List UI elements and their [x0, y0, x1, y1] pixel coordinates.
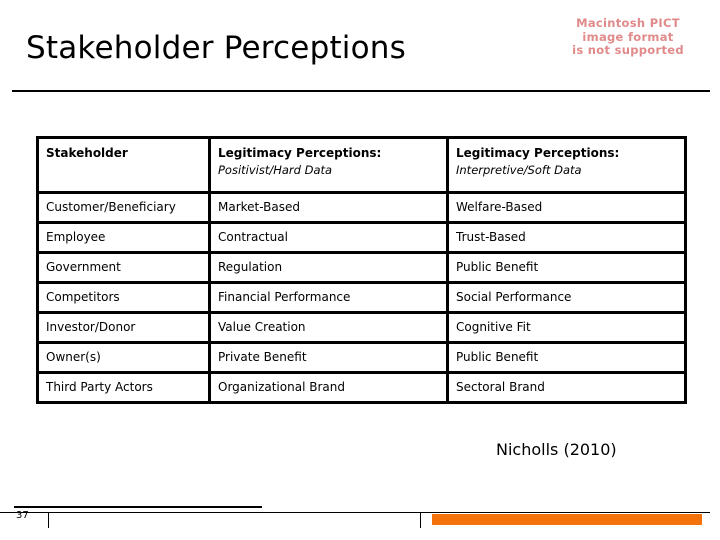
footer-tick-mark-right — [420, 512, 421, 528]
column-header-positivist: Legitimacy Perceptions: Positivist/Hard … — [208, 136, 449, 194]
cell-positivist: Contractual — [208, 221, 449, 254]
cell-stakeholder: Competitors — [36, 281, 211, 314]
cell-interpretive: Sectoral Brand — [446, 371, 687, 404]
column-header-stakeholder: Stakeholder — [36, 136, 211, 194]
cell-stakeholder: Third Party Actors — [36, 371, 211, 404]
cell-positivist: Regulation — [208, 251, 449, 284]
footer-divider-left — [14, 506, 262, 508]
table-row: Competitors Financial Performance Social… — [36, 281, 687, 314]
source-citation: Nicholls (2010) — [496, 440, 617, 459]
table-row: Employee Contractual Trust-Based — [36, 221, 687, 254]
cell-stakeholder: Government — [36, 251, 211, 284]
column-header-interpretive-label: Legitimacy Perceptions: — [456, 146, 620, 160]
cell-interpretive: Welfare-Based — [446, 191, 687, 224]
table-header-row: Stakeholder Legitimacy Perceptions: Posi… — [36, 136, 687, 194]
slide-number: 37 — [16, 510, 29, 521]
stakeholder-perceptions-table: Stakeholder Legitimacy Perceptions: Posi… — [36, 136, 687, 404]
table-row: Customer/Beneficiary Market-Based Welfar… — [36, 191, 687, 224]
table-row: Third Party Actors Organizational Brand … — [36, 371, 687, 404]
cell-stakeholder: Investor/Donor — [36, 311, 211, 344]
table-row: Investor/Donor Value Creation Cognitive … — [36, 311, 687, 344]
cell-positivist: Private Benefit — [208, 341, 449, 374]
pict-image-placeholder: Macintosh PICT image format is not suppo… — [546, 16, 710, 58]
cell-positivist: Financial Performance — [208, 281, 449, 314]
cell-interpretive: Trust-Based — [446, 221, 687, 254]
pict-placeholder-line-1: Macintosh PICT — [576, 16, 680, 30]
cell-positivist: Organizational Brand — [208, 371, 449, 404]
table-row: Owner(s) Private Benefit Public Benefit — [36, 341, 687, 374]
column-header-stakeholder-label: Stakeholder — [46, 146, 128, 160]
column-header-interpretive: Legitimacy Perceptions: Interpretive/Sof… — [446, 136, 687, 194]
column-header-positivist-sublabel: Positivist/Hard Data — [218, 163, 333, 177]
cell-interpretive: Public Benefit — [446, 341, 687, 374]
pict-placeholder-line-3: is not supported — [572, 43, 684, 57]
column-header-positivist-label: Legitimacy Perceptions: — [218, 146, 382, 160]
footer-divider-right — [0, 512, 710, 513]
column-header-interpretive-sublabel: Interpretive/Soft Data — [456, 163, 582, 177]
cell-interpretive: Social Performance — [446, 281, 687, 314]
table-row: Government Regulation Public Benefit — [36, 251, 687, 284]
cell-stakeholder: Owner(s) — [36, 341, 211, 374]
cell-interpretive: Cognitive Fit — [446, 311, 687, 344]
cell-positivist: Value Creation — [208, 311, 449, 344]
footer-accent-bar — [432, 514, 702, 525]
cell-stakeholder: Customer/Beneficiary — [36, 191, 211, 224]
cell-positivist: Market-Based — [208, 191, 449, 224]
footer-tick-mark-left — [48, 512, 49, 528]
cell-stakeholder: Employee — [36, 221, 211, 254]
header-divider — [12, 90, 710, 92]
cell-interpretive: Public Benefit — [446, 251, 687, 284]
page-title: Stakeholder Perceptions — [26, 30, 406, 66]
pict-placeholder-line-2: image format — [582, 29, 674, 44]
